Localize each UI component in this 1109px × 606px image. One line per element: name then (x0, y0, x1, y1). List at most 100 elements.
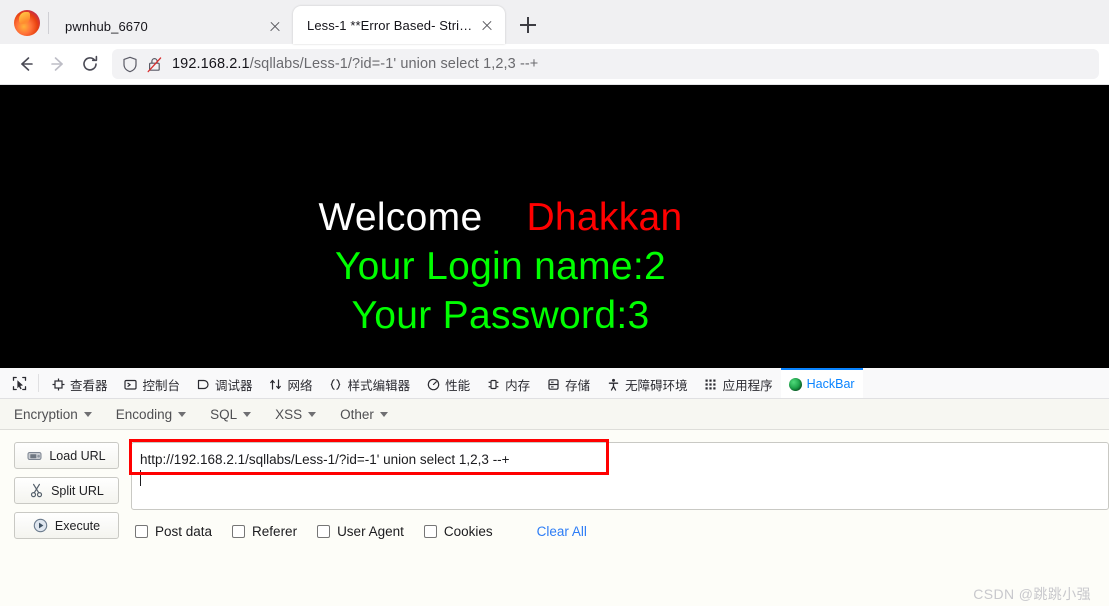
button-label: Load URL (49, 448, 106, 463)
devtools-tab-label: 存储 (565, 378, 591, 393)
hackbar-menu-xss[interactable]: XSS (275, 406, 317, 422)
navigation-toolbar: 192.168.2.1/sqllabs/Less-1/?id=-1' union… (0, 44, 1109, 85)
devtools-tab-memory[interactable]: 内存 (478, 368, 538, 398)
hackbar-options-row: Post data Referer User Agent Cookies Cle… (131, 524, 1109, 539)
shield-icon[interactable] (122, 56, 138, 73)
option-user-agent[interactable]: User Agent (317, 524, 404, 539)
hackbar-menu-other[interactable]: Other (340, 407, 388, 422)
post-data-checkbox[interactable] (135, 525, 148, 538)
option-post-data[interactable]: Post data (135, 524, 212, 539)
menu-label: Encryption (14, 406, 78, 422)
browser-tab-less1[interactable]: Less-1 **Error Based- String** (293, 6, 505, 44)
hackbar-action-buttons: Load URL Split URL Execute (14, 442, 119, 539)
cookies-checkbox[interactable] (423, 525, 437, 538)
close-icon[interactable] (477, 15, 497, 35)
chevron-down-icon (178, 411, 187, 417)
welcome-line: Welcome Dhakkan (0, 193, 1001, 242)
page-viewport: Welcome Dhakkan Your Login name:2 Your Pa… (0, 85, 1109, 368)
devtools-tab-accessibility[interactable]: 无障碍环境 (598, 368, 696, 398)
devtools-toolbox-tabbar: 查看器 控制台 调试器 网络 样式编辑器 性能 内存 存储 无障碍环境 应用程序… (0, 368, 1109, 399)
hackbar-panel: Encryption Encoding SQL XSS Other Load U… (0, 399, 1109, 606)
menu-label: Other (340, 406, 374, 422)
option-label: Cookies (443, 524, 493, 539)
user-agent-checkbox[interactable] (317, 525, 331, 538)
tab-title: Less-1 **Error Based- String** (307, 17, 477, 33)
hackbar-menu-sql[interactable]: SQL (210, 406, 252, 422)
devtools-tab-label: 样式编辑器 (347, 378, 411, 393)
devtools-tab-storage[interactable]: 存储 (538, 368, 598, 398)
option-cookies[interactable]: Cookies (423, 524, 493, 539)
devtools-tab-console[interactable]: 控制台 (116, 368, 189, 398)
devtools-tab-performance[interactable]: 性能 (418, 368, 478, 398)
toolbar-separator (38, 374, 39, 392)
load-url-button[interactable]: Load URL (14, 442, 119, 469)
devtools-tab-style-editor[interactable]: 样式编辑器 (321, 368, 419, 398)
close-icon[interactable] (265, 16, 285, 36)
hackbar-input-area: http://192.168.2.1/sqllabs/Less-1/?id=-1… (129, 439, 1109, 539)
referer-checkbox[interactable] (232, 525, 246, 538)
login-name-line: Your Login name:2 (334, 245, 667, 288)
devtools-tab-debugger[interactable]: 调试器 (188, 368, 261, 398)
play-icon (33, 518, 48, 533)
url-textarea-value: http://192.168.2.1/sqllabs/Less-1/?id=-1… (140, 452, 510, 467)
address-bar-text: 192.168.2.1/sqllabs/Less-1/?id=-1' union… (172, 56, 538, 72)
tab-divider (48, 12, 49, 34)
back-button[interactable] (10, 49, 42, 79)
tab-strip: pwnhub_6670 Less-1 **Error Based- String… (0, 0, 1109, 44)
console-icon (124, 377, 138, 391)
performance-icon (426, 377, 440, 391)
memory-icon (486, 377, 500, 391)
devtools-tab-label: 调试器 (215, 378, 253, 393)
hackbar-menubar: Encryption Encoding SQL XSS Other (0, 399, 1109, 430)
option-label: Referer (252, 524, 298, 539)
option-label: Post data (155, 524, 213, 539)
menu-label: XSS (275, 406, 303, 422)
back-arrow-icon (21, 57, 33, 71)
welcome-text: Welcome (318, 196, 483, 239)
hackbar-menu-encoding[interactable]: Encoding (115, 406, 187, 422)
text-cursor (140, 470, 141, 486)
split-url-button[interactable]: Split URL (14, 477, 119, 504)
tab-title: pwnhub_6670 (65, 18, 148, 34)
url-textarea[interactable]: http://192.168.2.1/sqllabs/Less-1/?id=-1… (131, 442, 1109, 510)
watermark: CSDN @跳跳小强 (973, 586, 1091, 602)
chevron-down-icon (243, 411, 252, 417)
application-icon (704, 377, 718, 391)
scissors-icon (30, 483, 43, 498)
hackbar-menu-encryption[interactable]: Encryption (14, 407, 92, 422)
chevron-down-icon (379, 411, 388, 417)
load-url-icon (27, 452, 42, 460)
dhakkan-text: Dhakkan (526, 196, 683, 239)
style-editor-icon (329, 377, 343, 391)
hackbar-body: Load URL Split URL Execute http://192.16… (0, 430, 1109, 539)
devtools-tab-inspector[interactable]: 查看器 (43, 368, 116, 398)
devtools-tab-label: 网络 (287, 378, 313, 393)
devtools-tab-application[interactable]: 应用程序 (696, 368, 781, 398)
password-line: Your Password:3 (351, 294, 650, 337)
menu-label: SQL (210, 406, 238, 422)
devtools-tab-label: 内存 (505, 378, 531, 393)
option-referer[interactable]: Referer (232, 524, 297, 539)
devtools-tab-label: 无障碍环境 (625, 378, 688, 393)
devtools-tab-label: 性能 (445, 378, 471, 393)
lock-crossed-icon[interactable] (147, 56, 162, 73)
new-tab-button[interactable] (513, 10, 543, 40)
address-bar[interactable]: 192.168.2.1/sqllabs/Less-1/?id=-1' union… (112, 49, 1099, 79)
menu-label: Encoding (115, 406, 173, 422)
devtools-tab-hackbar[interactable]: HackBar (780, 368, 863, 398)
inspector-icon (51, 377, 65, 391)
element-picker-icon (12, 376, 26, 390)
url-host: 192.168.2.1 (172, 56, 250, 72)
browser-tab-pwnhub[interactable]: pwnhub_6670 (51, 8, 293, 44)
clear-all-link[interactable]: Clear All (537, 524, 587, 539)
devtools-tab-network[interactable]: 网络 (261, 368, 321, 398)
hackbar-icon (788, 377, 802, 391)
execute-button[interactable]: Execute (14, 512, 119, 539)
chevron-down-icon (308, 411, 317, 417)
chevron-down-icon (83, 411, 92, 417)
browser-window: pwnhub_6670 Less-1 **Error Based- String… (0, 0, 1109, 606)
forward-button[interactable] (42, 49, 74, 79)
devtools-tab-label: 控制台 (142, 378, 181, 393)
reload-button[interactable] (74, 49, 106, 79)
element-picker-button[interactable] (4, 368, 34, 398)
